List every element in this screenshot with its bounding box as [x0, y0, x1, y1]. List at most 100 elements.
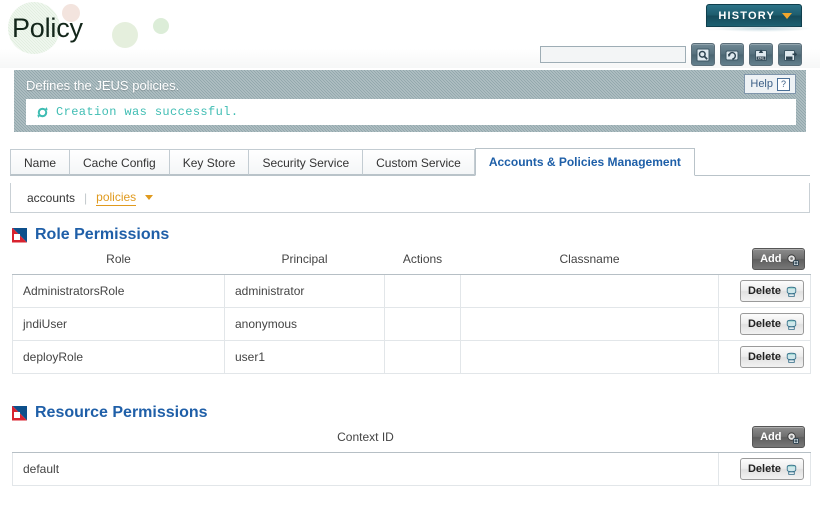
- trash-icon: [786, 286, 797, 297]
- section-heading-text: Resource Permissions: [35, 404, 208, 421]
- resource-permissions-body: default Delete: [12, 452, 811, 486]
- column-header: Actions: [384, 244, 461, 275]
- tab-label: Custom Service: [376, 156, 461, 170]
- subnav-item-policies[interactable]: policies: [96, 190, 137, 206]
- chevron-down-icon: [782, 12, 792, 19]
- add-button-cell: Add: [718, 422, 811, 453]
- caret-down-icon[interactable]: [145, 195, 154, 200]
- xml-export-icon[interactable]: XML: [749, 43, 773, 66]
- trash-icon: [786, 352, 797, 363]
- add-button[interactable]: Add: [752, 426, 805, 448]
- table-cell: AdministratorsRole: [12, 274, 225, 308]
- table-cell: jndiUser: [12, 307, 225, 341]
- tab-label: Security Service: [262, 156, 350, 170]
- tab-label: Name: [24, 156, 57, 170]
- table-cell: default: [12, 452, 719, 486]
- table-cell: [460, 340, 719, 374]
- tab-custom-service[interactable]: Custom Service: [362, 149, 475, 175]
- status-message: Creation was successful.: [26, 99, 796, 125]
- delete-button[interactable]: Delete: [739, 313, 804, 335]
- save-export-icon[interactable]: [778, 43, 802, 66]
- table-cell: [384, 340, 461, 374]
- info-banner: Defines the JEUS policies. Help ? Creati…: [14, 70, 806, 132]
- add-button-cell: Add: [718, 244, 811, 275]
- delete-button-label: Delete: [747, 285, 781, 297]
- refresh-success-icon: [37, 106, 48, 118]
- decorative-circle-green: [112, 22, 138, 48]
- search-icon[interactable]: [691, 43, 715, 66]
- subnav-item-accounts[interactable]: accounts: [27, 191, 75, 205]
- table-row[interactable]: deployRole user1 Delete: [12, 340, 811, 374]
- tab-security-service[interactable]: Security Service: [248, 149, 363, 175]
- add-gear-icon: [786, 431, 799, 444]
- delete-button-cell: Delete: [718, 307, 811, 341]
- table-cell: deployRole: [12, 340, 225, 374]
- column-header: Role: [12, 244, 225, 275]
- subnav: accounts | policies: [10, 183, 810, 213]
- delete-button-label: Delete: [747, 318, 781, 330]
- section-resource-permissions: Resource Permissions Context ID Add defau…: [12, 404, 811, 486]
- section-marker-icon: [12, 227, 27, 243]
- section-title-resource-permissions: Resource Permissions: [12, 404, 811, 422]
- refresh-icon[interactable]: [720, 43, 744, 66]
- tab-strip: Name Cache Config Key Store Security Servic…: [10, 148, 810, 176]
- table-header-row: Context ID Add: [12, 422, 811, 453]
- history-button-glow: [714, 25, 810, 32]
- table-row[interactable]: jndiUser anonymous Delete: [12, 307, 811, 341]
- tab-label: Cache Config: [83, 156, 156, 170]
- help-button-label: Help: [750, 78, 773, 90]
- table-cell: [460, 274, 719, 308]
- question-mark-icon: ?: [777, 77, 790, 91]
- tab-label: Accounts & Policies Management: [488, 155, 681, 169]
- column-header: Context ID: [12, 422, 719, 453]
- decorative-circle-small: [153, 18, 169, 34]
- role-permissions-body: AdministratorsRole administrator Delete jn…: [12, 274, 811, 374]
- banner-description: Defines the JEUS policies.: [26, 78, 180, 93]
- add-gear-icon: [786, 253, 799, 266]
- table-cell: [384, 274, 461, 308]
- resource-permissions-table: Context ID Add default Delete: [12, 422, 811, 486]
- table-row[interactable]: AdministratorsRole administrator Delete: [12, 274, 811, 308]
- section-title-role-permissions: Role Permissions: [12, 226, 811, 244]
- table-cell: user1: [224, 340, 385, 374]
- section-heading-text: Role Permissions: [35, 226, 170, 243]
- help-button[interactable]: Help ?: [744, 74, 796, 94]
- search-input[interactable]: [540, 46, 686, 63]
- delete-button-cell: Delete: [718, 340, 811, 374]
- add-button-label: Add: [760, 431, 782, 443]
- section-marker-icon: [12, 405, 27, 421]
- column-header: Classname: [460, 244, 719, 275]
- delete-button-cell: Delete: [718, 274, 811, 308]
- svg-text:XML: XML: [758, 56, 765, 60]
- table-row[interactable]: default Delete: [12, 452, 811, 486]
- page-title: Policy: [12, 13, 83, 43]
- table-cell: [384, 307, 461, 341]
- add-button[interactable]: Add: [752, 248, 805, 270]
- delete-button-label: Delete: [747, 463, 781, 475]
- column-header: Principal: [224, 244, 385, 275]
- tab-name[interactable]: Name: [10, 149, 70, 175]
- resource-permissions-header: Context ID Add: [12, 422, 811, 453]
- add-button-label: Add: [760, 253, 782, 265]
- delete-button-label: Delete: [747, 351, 781, 363]
- tab-key-store[interactable]: Key Store: [168, 149, 249, 175]
- table-cell: anonymous: [224, 307, 385, 341]
- header-toolbar: XML: [540, 43, 802, 66]
- tab-cache-config[interactable]: Cache Config: [69, 149, 169, 175]
- delete-button[interactable]: Delete: [739, 458, 804, 480]
- history-button-label: HISTORY: [718, 9, 775, 22]
- role-permissions-table: Role Principal Actions Classname Add Adminis…: [12, 244, 811, 374]
- delete-button[interactable]: Delete: [739, 346, 804, 368]
- history-button[interactable]: HISTORY: [706, 4, 802, 27]
- tab-accounts-policies-management[interactable]: Accounts & Policies Management: [474, 148, 695, 176]
- table-header-row: Role Principal Actions Classname Add: [12, 244, 811, 275]
- subnav-separator: |: [84, 190, 88, 205]
- trash-icon: [786, 464, 797, 475]
- table-cell: [460, 307, 719, 341]
- status-message-text: Creation was successful.: [56, 105, 239, 119]
- role-permissions-header: Role Principal Actions Classname Add: [12, 244, 811, 275]
- table-cell: administrator: [224, 274, 385, 308]
- page-header: Policy HISTORY XML: [0, 0, 820, 68]
- delete-button[interactable]: Delete: [739, 280, 804, 302]
- trash-icon: [786, 319, 797, 330]
